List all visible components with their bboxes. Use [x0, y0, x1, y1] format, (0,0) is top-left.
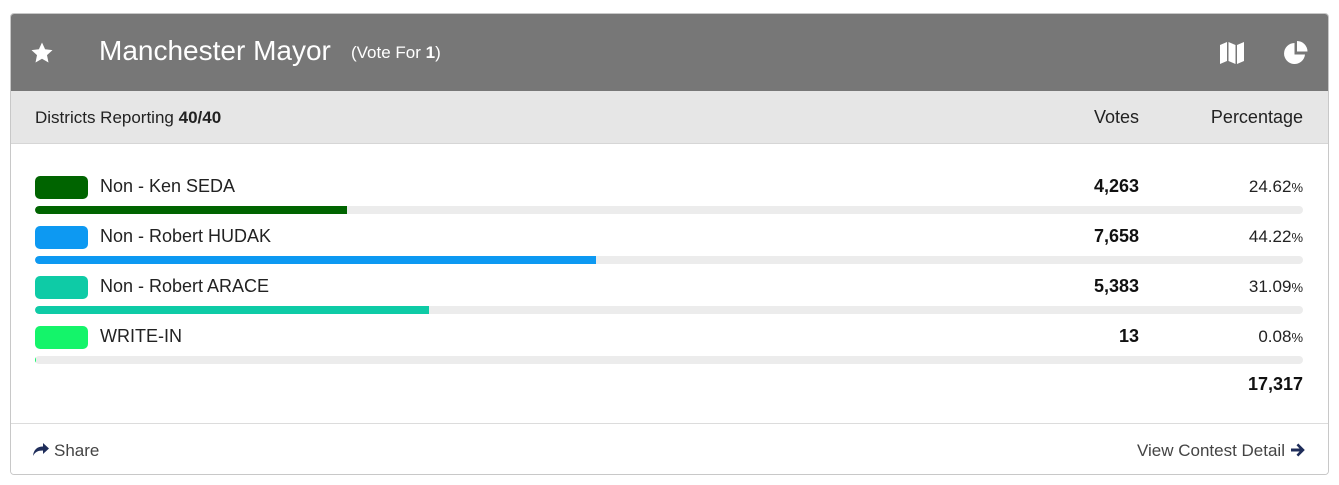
districts-value: 40/40 [178, 108, 222, 127]
share-icon [33, 443, 49, 456]
districts-reporting: Districts Reporting 40/40 [35, 108, 221, 128]
vote-share-fill [35, 206, 348, 214]
candidate-color-swatch [35, 326, 88, 349]
arrow-right-icon [1291, 443, 1305, 457]
candidate-votes: 5,383 [1093, 276, 1139, 296]
votes-column-header: Votes [1093, 107, 1139, 127]
pie-chart-icon[interactable] [1283, 40, 1309, 66]
vote-share-fill [35, 256, 596, 264]
contest-footer: Share View Contest Detail [11, 423, 1328, 474]
candidate-percentage: 24.62% [1249, 177, 1303, 197]
map-icon[interactable] [1219, 41, 1245, 65]
contest-card: Manchester Mayor (Vote For 1) Districts … [10, 13, 1329, 475]
candidate-color-swatch [35, 176, 88, 199]
contest-header: Manchester Mayor (Vote For 1) [11, 14, 1328, 91]
vote-for-label: (Vote For 1) [351, 43, 441, 63]
candidate-row: Non - Robert HUDAK 7,658 44.22% [11, 226, 1328, 276]
candidate-name: Non - Ken SEDA [100, 176, 236, 196]
vote-for-prefix: (Vote For [351, 43, 426, 62]
percent-sign: % [1291, 180, 1303, 195]
share-link[interactable]: Share [32, 441, 99, 461]
candidate-name: Non - Robert HUDAK [100, 226, 272, 246]
vote-share-bar [35, 356, 1303, 364]
total-votes: 17,317 [1247, 374, 1303, 394]
candidate-color-swatch [35, 226, 88, 249]
vote-for-count: 1 [425, 43, 436, 62]
candidate-row: Non - Ken SEDA 4,263 24.62% [11, 176, 1328, 226]
view-contest-detail-link[interactable]: View Contest Detail [1137, 441, 1306, 461]
candidate-percentage: 44.22% [1249, 227, 1303, 247]
percentage-value: 0.08 [1258, 327, 1292, 346]
star-icon[interactable] [30, 41, 54, 65]
candidate-name: WRITE-IN [100, 326, 182, 346]
districts-label: Districts Reporting [35, 108, 174, 127]
candidate-votes: 4,263 [1093, 176, 1139, 196]
percent-sign: % [1291, 230, 1303, 245]
results-subheader: Districts Reporting 40/40 Votes Percenta… [11, 91, 1328, 144]
percent-sign: % [1291, 330, 1303, 345]
candidate-row: WRITE-IN 13 0.08% [11, 326, 1328, 376]
candidate-votes: 13 [1118, 326, 1139, 346]
candidate-color-swatch [35, 276, 88, 299]
vote-share-bar [35, 306, 1303, 314]
contest-title: Manchester Mayor [99, 35, 331, 66]
candidate-percentage: 31.09% [1249, 277, 1303, 297]
share-label: Share [54, 441, 100, 460]
candidate-percentage: 0.08% [1258, 327, 1303, 347]
vote-share-fill [35, 306, 430, 314]
vote-share-fill [35, 356, 36, 364]
view-contest-detail-label: View Contest Detail [1136, 441, 1285, 460]
percent-sign: % [1291, 280, 1303, 295]
percentage-value: 31.09 [1248, 277, 1292, 296]
percentage-value: 24.62 [1248, 177, 1292, 196]
vote-share-bar [35, 206, 1303, 214]
candidate-name: Non - Robert ARACE [100, 276, 270, 296]
candidate-row: Non - Robert ARACE 5,383 31.09% [11, 276, 1328, 326]
percentage-value: 44.22 [1248, 227, 1292, 246]
candidate-votes: 7,658 [1093, 226, 1139, 246]
vote-for-suffix: ) [435, 43, 441, 62]
percentage-column-header: Percentage [1210, 107, 1303, 127]
vote-share-bar [35, 256, 1303, 264]
